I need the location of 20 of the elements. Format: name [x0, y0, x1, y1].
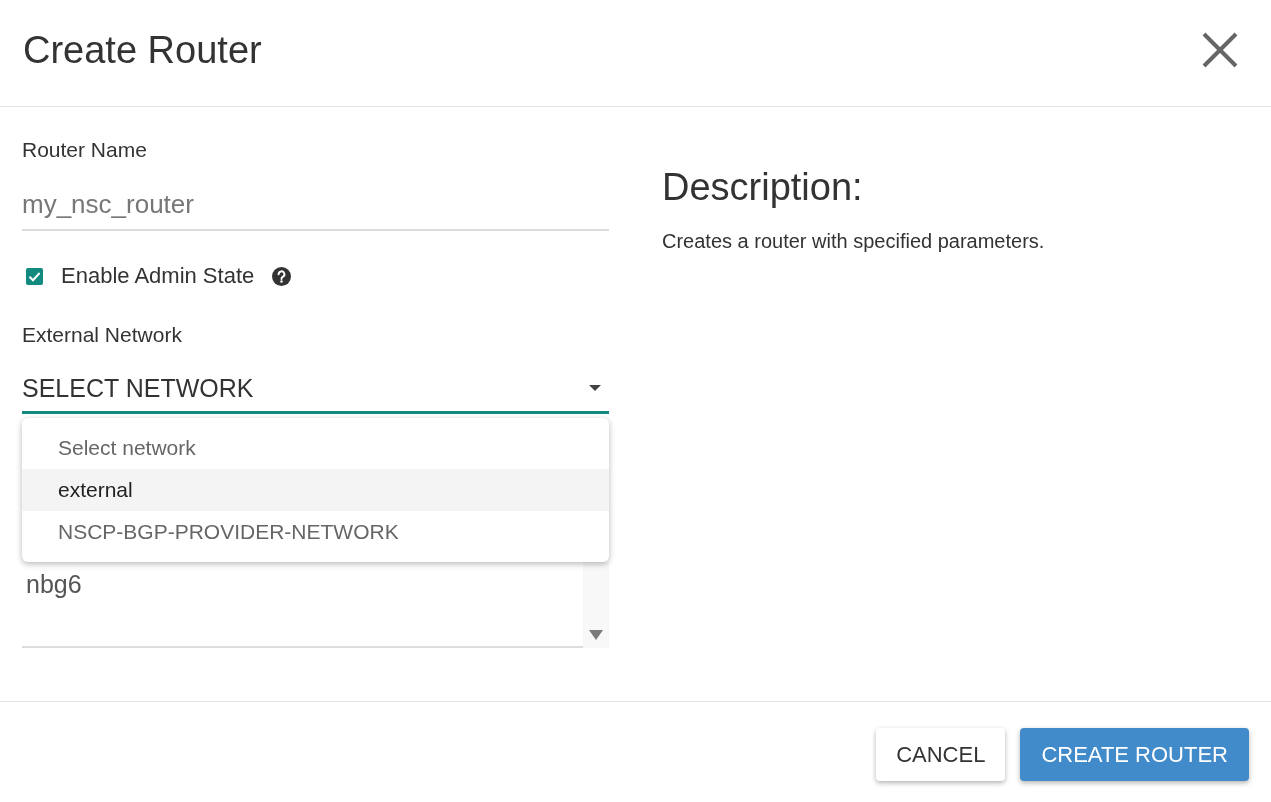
checkbox[interactable] — [26, 267, 43, 285]
menu-item[interactable]: NSCP-BGP-PROVIDER-NETWORK — [22, 511, 609, 553]
help-icon[interactable] — [272, 266, 292, 286]
list-item[interactable]: nbg6 — [26, 570, 583, 598]
field-label: Router Name — [22, 138, 148, 162]
description-heading: Description: — [662, 165, 864, 209]
scrollbar[interactable] — [583, 562, 609, 648]
checkbox-label: Enable Admin State — [61, 262, 255, 290]
cancel-button[interactable]: CANCEL — [876, 728, 1006, 781]
menu-item[interactable]: Select network — [22, 427, 609, 469]
router-name-field[interactable]: my_nsc_router — [22, 180, 609, 231]
close-icon[interactable] — [1202, 32, 1238, 68]
caret-icon — [589, 385, 601, 391]
create-router-button[interactable]: CREATE ROUTER — [1020, 728, 1249, 781]
description-text: Creates a router with specified parameters. — [662, 229, 1046, 253]
down-triangle-icon[interactable] — [589, 630, 603, 640]
dialog-title: Create Router — [23, 28, 262, 72]
network-select[interactable]: SELECT NETWORK — [22, 365, 609, 414]
field-label: External Network — [22, 323, 183, 347]
menu-item[interactable]: external — [22, 469, 609, 511]
